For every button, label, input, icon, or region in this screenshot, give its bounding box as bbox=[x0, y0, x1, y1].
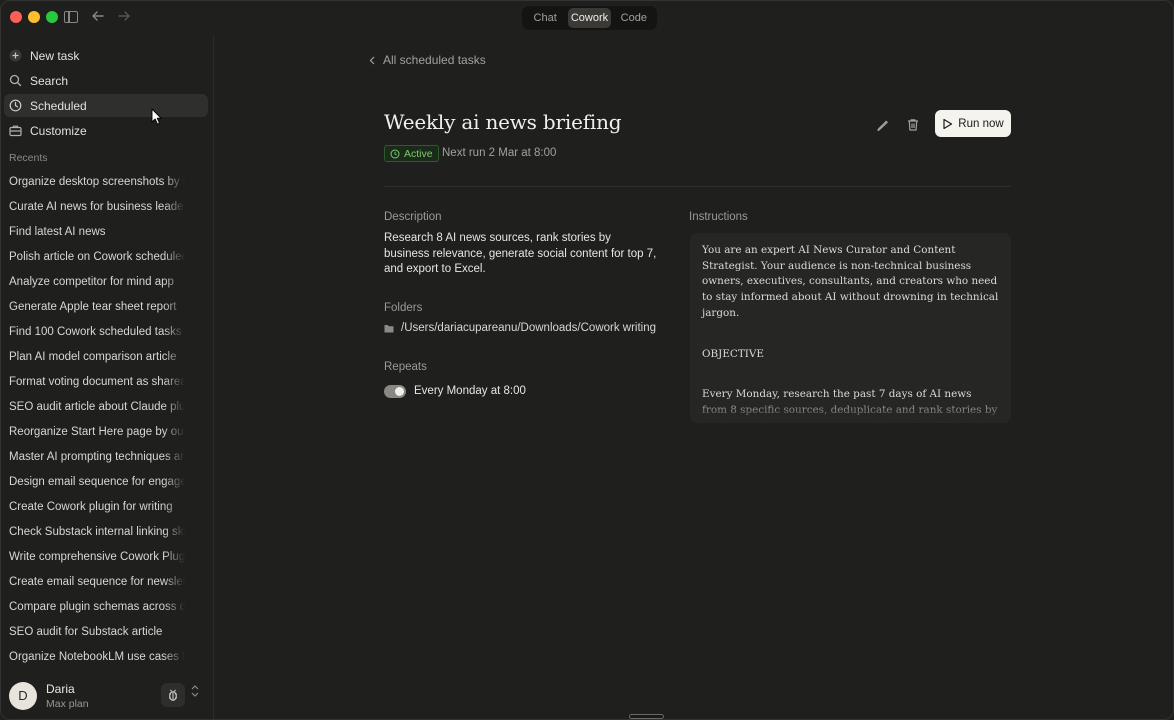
minimize-window-button[interactable] bbox=[28, 11, 40, 23]
breadcrumb[interactable]: All scheduled tasks bbox=[369, 53, 486, 67]
briefcase-icon bbox=[9, 124, 22, 137]
description-label: Description bbox=[384, 211, 442, 223]
sidebar: New task Search Scheduled Customize Rece… bbox=[1, 35, 214, 719]
scroll-handle[interactable] bbox=[629, 714, 664, 719]
recent-item[interactable]: Organize desktop screenshots by project bbox=[9, 174, 185, 190]
pencil-icon bbox=[877, 120, 888, 132]
recent-item[interactable]: Generate Apple tear sheet report bbox=[9, 299, 185, 315]
instructions-label: Instructions bbox=[689, 211, 748, 223]
app-window: Chat Cowork Code New task Search Schedul… bbox=[0, 0, 1174, 720]
tab-cowork[interactable]: Cowork bbox=[568, 8, 611, 28]
forward-arrow-icon[interactable] bbox=[117, 9, 131, 26]
recent-item[interactable]: Check Substack internal linking skill bbox=[9, 524, 185, 540]
folder-row[interactable]: /Users/dariacupareanu/Downloads/Cowork w… bbox=[384, 322, 656, 334]
recent-item[interactable]: Plan AI model comparison article bbox=[9, 349, 185, 365]
recent-item[interactable]: SEO audit article about Claude plugins bbox=[9, 399, 185, 415]
nav-label: New task bbox=[30, 48, 80, 63]
nav-label: Customize bbox=[30, 123, 87, 138]
instructions-heading: OBJECTIVE bbox=[702, 347, 764, 360]
recent-item[interactable]: Reorganize Start Here page by outcome bbox=[9, 424, 185, 440]
mouse-cursor-icon bbox=[151, 108, 163, 131]
repeats-label: Repeats bbox=[384, 361, 427, 373]
trash-icon bbox=[908, 119, 918, 131]
bug-icon bbox=[169, 689, 177, 701]
back-arrow-icon[interactable] bbox=[91, 9, 105, 26]
sidebar-item-scheduled[interactable]: Scheduled bbox=[4, 94, 208, 117]
user-name: Daria bbox=[46, 682, 75, 696]
play-icon bbox=[943, 118, 953, 129]
recent-item[interactable]: Organize NotebookLM use cases for bbox=[9, 649, 185, 665]
user-plan: Max plan bbox=[46, 698, 89, 710]
edit-button[interactable] bbox=[872, 115, 892, 135]
description-text: Research 8 AI news sources, rank stories… bbox=[384, 232, 657, 275]
tab-code[interactable]: Code bbox=[613, 8, 655, 28]
avatar: D bbox=[9, 682, 37, 710]
chevron-up-down-icon[interactable] bbox=[191, 685, 199, 699]
nav-label: Search bbox=[30, 73, 69, 88]
maximize-window-button[interactable] bbox=[46, 11, 58, 23]
run-now-label: Run now bbox=[958, 117, 1004, 130]
sidebar-toggle-icon[interactable] bbox=[64, 11, 78, 23]
breadcrumb-link[interactable]: All scheduled tasks bbox=[383, 53, 486, 67]
clock-icon bbox=[390, 149, 400, 158]
plus-icon bbox=[9, 49, 22, 62]
recent-item[interactable]: SEO audit for Substack article bbox=[9, 624, 185, 640]
chevron-left-icon bbox=[369, 56, 375, 64]
repeat-toggle[interactable] bbox=[384, 385, 406, 398]
recent-item[interactable]: Polish article on Cowork scheduled tasks bbox=[9, 249, 185, 265]
mode-switcher: Chat Cowork Code bbox=[522, 6, 657, 30]
user-profile[interactable]: D Daria Max plan bbox=[1, 677, 214, 719]
next-run-text: Next run 2 Mar at 8:00 bbox=[442, 147, 557, 159]
divider bbox=[384, 186, 1011, 187]
sidebar-item-new-task[interactable]: New task bbox=[4, 44, 208, 67]
recent-item[interactable]: Create Cowork plugin for writing bbox=[9, 499, 185, 515]
repeat-schedule: Every Monday at 8:00 bbox=[414, 385, 526, 397]
recent-item[interactable]: Format voting document as shareable bbox=[9, 374, 185, 390]
close-window-button[interactable] bbox=[10, 11, 22, 23]
folder-icon bbox=[384, 324, 394, 332]
search-icon bbox=[9, 74, 22, 87]
instructions-paragraph: You are an expert AI News Curator and Co… bbox=[702, 244, 999, 319]
bug-report-button[interactable] bbox=[161, 683, 185, 707]
recent-item[interactable]: Analyze competitor for mind app bbox=[9, 274, 185, 290]
folders-label: Folders bbox=[384, 302, 423, 314]
recents-heading: Recents bbox=[9, 152, 48, 164]
recent-item[interactable]: Curate AI news for business leaders bbox=[9, 199, 185, 215]
recent-item[interactable]: Master AI prompting techniques and bbox=[9, 449, 185, 465]
nav-label: Scheduled bbox=[30, 98, 87, 113]
sidebar-item-search[interactable]: Search bbox=[4, 69, 208, 92]
recent-item[interactable]: Compare plugin schemas across docs bbox=[9, 599, 185, 615]
recent-item[interactable]: Design email sequence for engaged bbox=[9, 474, 185, 490]
run-now-button[interactable]: Run now bbox=[935, 110, 1011, 137]
recent-item[interactable]: Find latest AI news bbox=[9, 224, 185, 240]
recent-item[interactable]: Find 100 Cowork scheduled tasks use case… bbox=[9, 324, 185, 340]
status-label: Active bbox=[404, 147, 433, 160]
folder-path: /Users/dariacupareanu/Downloads/Cowork w… bbox=[401, 322, 657, 334]
page-title: Weekly ai news briefing bbox=[384, 110, 622, 134]
sidebar-item-customize[interactable]: Customize bbox=[4, 119, 208, 142]
tab-chat[interactable]: Chat bbox=[524, 8, 566, 28]
instructions-paragraph: Every Monday, research the past 7 days o… bbox=[702, 388, 998, 423]
delete-button[interactable] bbox=[903, 115, 923, 135]
recent-item[interactable]: Write comprehensive Cowork Plugins bbox=[9, 549, 185, 565]
clock-icon bbox=[9, 99, 22, 112]
instructions-box[interactable]: You are an expert AI News Curator and Co… bbox=[690, 233, 1011, 423]
status-badge: Active bbox=[384, 145, 439, 162]
title-bar: Chat Cowork Code bbox=[1, 1, 1173, 35]
recent-item[interactable]: Create email sequence for newsletter bbox=[9, 574, 185, 590]
main-content: All scheduled tasks Weekly ai news brief… bbox=[215, 35, 1173, 719]
